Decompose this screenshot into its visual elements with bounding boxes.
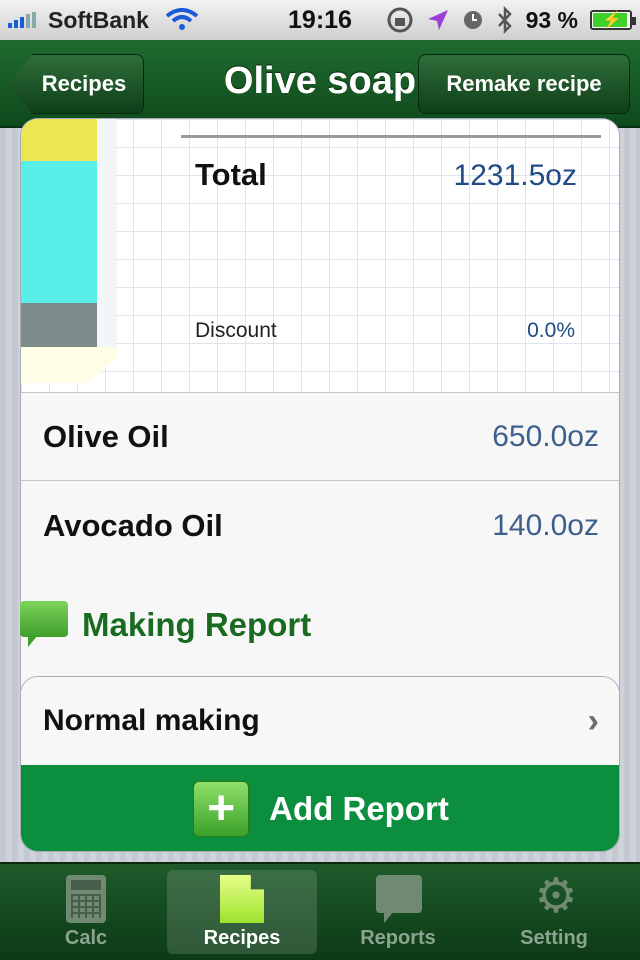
discount-label: Discount [195,319,277,342]
status-bar: SoftBank 19:16 93 % ⚡ [0,0,640,40]
navigation-bar: Recipes Olive soap Remake recipe [0,40,640,128]
plus-icon: + [193,781,250,837]
tab-bar: Calc Recipes Reports ⚙ Setting [0,862,640,960]
ingredient-amount: 140.0oz [492,509,599,542]
making-report-header: Making Report [20,598,311,652]
tab-label: Setting [520,927,588,949]
wifi-icon [165,8,199,30]
remake-recipe-button[interactable]: Remake recipe [418,54,630,114]
battery-percent: 93 % [525,6,578,33]
tab-label: Recipes [203,927,281,949]
tab-setting[interactable]: ⚙ Setting [479,870,629,954]
total-value: 1231.5oz [453,159,577,192]
calculator-icon [58,871,114,923]
total-label: Total [195,157,267,192]
recipe-icon [214,871,270,923]
location-icon [427,10,448,30]
ingredient-row[interactable]: Olive Oil 650.0oz [21,393,619,481]
signal-icon [8,12,36,28]
speech-bubble-icon [370,871,426,923]
report-item-normal-making[interactable]: Normal making › [21,677,619,765]
report-item-label: Normal making [43,704,260,737]
battery-icon: ⚡ [590,10,636,30]
rotation-lock-icon [387,7,413,33]
ingredient-row[interactable]: Avocado Oil 140.0oz [21,482,619,570]
tab-label: Reports [360,927,436,949]
carrier-name: SoftBank [48,6,149,33]
speech-bubble-icon [20,601,68,649]
back-button[interactable]: Recipes [10,54,144,114]
status-right: 93 % ⚡ [386,0,636,40]
section-title: Making Report [82,606,312,643]
ingredient-amount: 650.0oz [492,419,599,453]
clock-icon [463,11,482,29]
add-report-button[interactable]: + Add Report [21,765,619,851]
tab-reports[interactable]: Reports [323,870,473,954]
scroll-content[interactable]: Total 1231.5oz Discount 0.0% Olive Oil 6… [0,118,640,862]
tab-calc[interactable]: Calc [11,870,161,954]
tab-recipes[interactable]: Recipes [167,870,317,954]
gear-icon: ⚙ [534,870,578,923]
soap-illustration [21,119,117,383]
status-left: SoftBank [8,0,199,40]
ingredient-name: Olive Oil [43,418,169,454]
add-report-label: Add Report [269,790,449,827]
divider [181,135,601,138]
bluetooth-icon [497,6,512,34]
tab-label: Calc [64,927,108,949]
recipe-summary-panel: Total 1231.5oz Discount 0.0% [21,119,619,393]
discount-value: 0.0% [527,319,575,342]
report-card: Normal making › + Add Report [20,676,620,852]
chevron-right-icon: › [587,701,599,740]
ingredient-name: Avocado Oil [43,508,223,543]
